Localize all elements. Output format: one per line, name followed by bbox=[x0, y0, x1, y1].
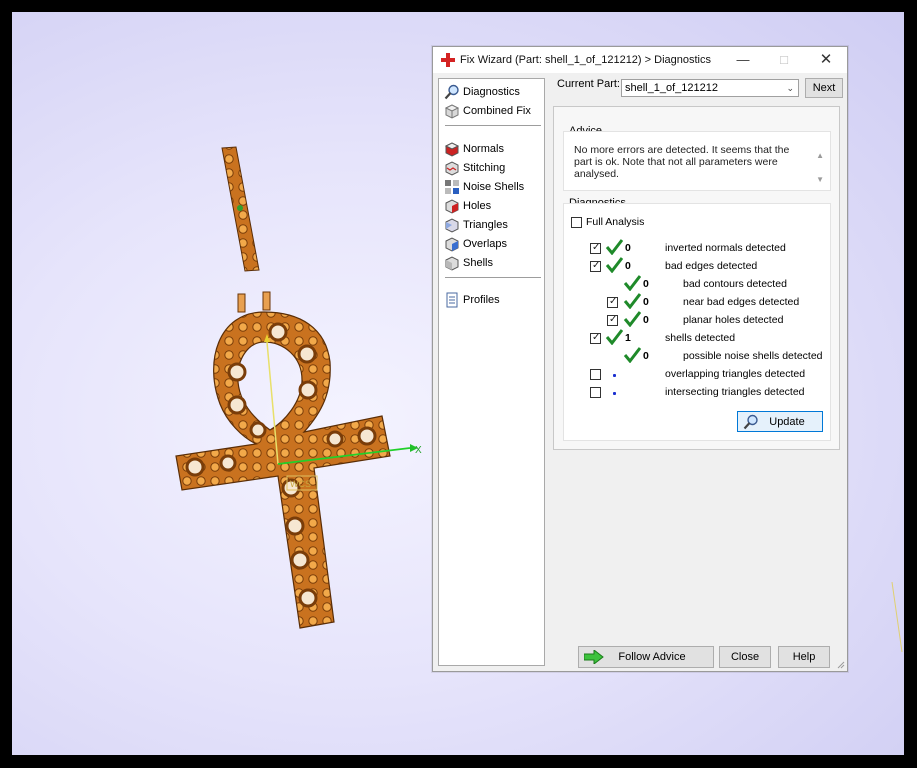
row-label: bad contours detected bbox=[683, 278, 787, 290]
row-label: possible noise shells detected bbox=[683, 350, 823, 362]
profiles-icon bbox=[446, 292, 458, 308]
wcs-label: WCS bbox=[290, 479, 311, 489]
nav-item-combined-fix[interactable]: Combined Fix bbox=[444, 102, 531, 120]
nav-label: Normals bbox=[463, 143, 504, 155]
nav-item-shells[interactable]: Shells bbox=[444, 254, 493, 272]
ankh-shape bbox=[175, 311, 391, 629]
current-part-value: shell_1_of_121212 bbox=[625, 82, 718, 94]
nav-label: Combined Fix bbox=[463, 105, 531, 117]
nav-label: Overlaps bbox=[463, 238, 508, 250]
row-label: intersecting triangles detected bbox=[665, 386, 805, 398]
triangles-icon bbox=[445, 218, 459, 233]
update-button[interactable]: Update bbox=[737, 411, 823, 432]
cube-icon bbox=[444, 104, 460, 119]
green-check-icon bbox=[623, 293, 641, 309]
top-bar-shape bbox=[221, 146, 260, 272]
row-checkbox[interactable] bbox=[590, 387, 601, 398]
nav-label: Diagnostics bbox=[463, 86, 520, 98]
row-checkbox[interactable]: ✓ bbox=[590, 332, 601, 344]
nav-item-diagnostics[interactable]: Diagnostics bbox=[444, 83, 520, 101]
resize-grip[interactable] bbox=[835, 659, 845, 669]
row-label: near bad edges detected bbox=[683, 296, 800, 308]
status-dot bbox=[613, 392, 616, 395]
fix-wizard-dialog: Fix Wizard (Part: shell_1_of_121212) > D… bbox=[432, 46, 848, 672]
current-part-label: Current Part: bbox=[557, 78, 620, 90]
green-check-icon bbox=[623, 347, 641, 363]
window-title: Fix Wizard (Part: shell_1_of_121212) > D… bbox=[460, 54, 711, 66]
wizard-nav: Diagnostics Combined Fix Normals Stitchi… bbox=[438, 78, 545, 666]
row-count: 1 bbox=[625, 332, 631, 344]
nav-item-overlaps[interactable]: Overlaps bbox=[444, 235, 507, 253]
row-label: shells detected bbox=[665, 332, 736, 344]
green-check-icon bbox=[623, 275, 641, 291]
nav-item-triangles[interactable]: Triangles bbox=[444, 216, 508, 234]
row-label: planar holes detected bbox=[683, 314, 784, 326]
nav-label: Holes bbox=[463, 200, 492, 212]
green-arrow-icon bbox=[584, 650, 604, 664]
magnifier-icon bbox=[743, 414, 758, 430]
nav-item-profiles[interactable]: Profiles bbox=[444, 291, 500, 309]
update-label: Update bbox=[769, 415, 805, 428]
row-checkbox[interactable]: ✓ bbox=[590, 242, 601, 254]
green-check-icon bbox=[605, 239, 623, 255]
green-check-icon bbox=[623, 311, 641, 327]
close-window-button[interactable]: ✕ bbox=[806, 47, 846, 73]
row-count: 0 bbox=[643, 314, 649, 326]
row-checkbox[interactable]: ✓ bbox=[607, 314, 618, 326]
follow-advice-button[interactable]: Follow Advice bbox=[578, 646, 714, 668]
normals-icon bbox=[444, 142, 460, 157]
maximize-button[interactable]: □ bbox=[764, 47, 804, 73]
row-count: 0 bbox=[643, 350, 649, 362]
title-bar[interactable]: Fix Wizard (Part: shell_1_of_121212) > D… bbox=[433, 47, 847, 73]
green-check-icon bbox=[605, 257, 623, 273]
row-count: 0 bbox=[643, 296, 649, 308]
edge-marker bbox=[891, 582, 903, 653]
row-checkbox[interactable]: ✓ bbox=[607, 296, 618, 308]
status-dot bbox=[613, 374, 616, 377]
nav-label: Triangles bbox=[463, 219, 508, 231]
nav-label: Shells bbox=[463, 257, 493, 269]
row-label: inverted normals detected bbox=[665, 242, 786, 254]
advice-text: No more errors are detected. It seems th… bbox=[574, 144, 790, 180]
row-label: overlapping triangles detected bbox=[665, 368, 806, 380]
nav-separator bbox=[445, 277, 541, 278]
help-button[interactable]: Help bbox=[778, 646, 830, 668]
nav-label: Stitching bbox=[463, 162, 506, 174]
red-cross-icon bbox=[441, 53, 455, 67]
holes-icon bbox=[445, 199, 459, 214]
row-count: 0 bbox=[625, 260, 631, 272]
stitching-icon bbox=[445, 161, 459, 176]
row-count: 0 bbox=[643, 278, 649, 290]
row-label: bad edges detected bbox=[665, 260, 758, 272]
advice-scrollbar[interactable]: ▲ ▼ bbox=[816, 144, 824, 192]
nav-label: Profiles bbox=[463, 294, 500, 306]
noise-shells-icon bbox=[445, 180, 459, 194]
chevron-down-icon: ⌄ bbox=[786, 83, 794, 93]
nav-separator bbox=[445, 125, 541, 126]
nav-label: Noise Shells bbox=[463, 181, 525, 193]
close-button[interactable]: Close bbox=[719, 646, 771, 668]
current-part-select[interactable]: shell_1_of_121212 ⌄ bbox=[621, 79, 799, 97]
shells-icon bbox=[445, 256, 459, 271]
nav-item-normals[interactable]: Normals bbox=[444, 140, 504, 158]
nav-item-stitching[interactable]: Stitching bbox=[444, 159, 505, 177]
full-analysis-checkbox[interactable] bbox=[571, 217, 582, 228]
full-analysis-label: Full Analysis bbox=[586, 216, 645, 228]
magnifier-icon bbox=[444, 84, 459, 100]
minimize-button[interactable]: — bbox=[723, 47, 763, 73]
advice-box: No more errors are detected. It seems th… bbox=[563, 131, 831, 191]
overlaps-icon bbox=[445, 237, 459, 252]
next-button[interactable]: Next bbox=[805, 78, 843, 98]
row-checkbox[interactable] bbox=[590, 369, 601, 380]
nav-item-noise-shells[interactable]: Noise Shells bbox=[444, 178, 524, 196]
row-count: 0 bbox=[625, 242, 631, 254]
nav-item-holes[interactable]: Holes bbox=[444, 197, 491, 215]
row-checkbox[interactable]: ✓ bbox=[590, 260, 601, 272]
x-axis-label: X bbox=[415, 445, 422, 456]
follow-advice-label: Follow Advice bbox=[618, 651, 686, 663]
green-check-icon bbox=[605, 329, 623, 345]
